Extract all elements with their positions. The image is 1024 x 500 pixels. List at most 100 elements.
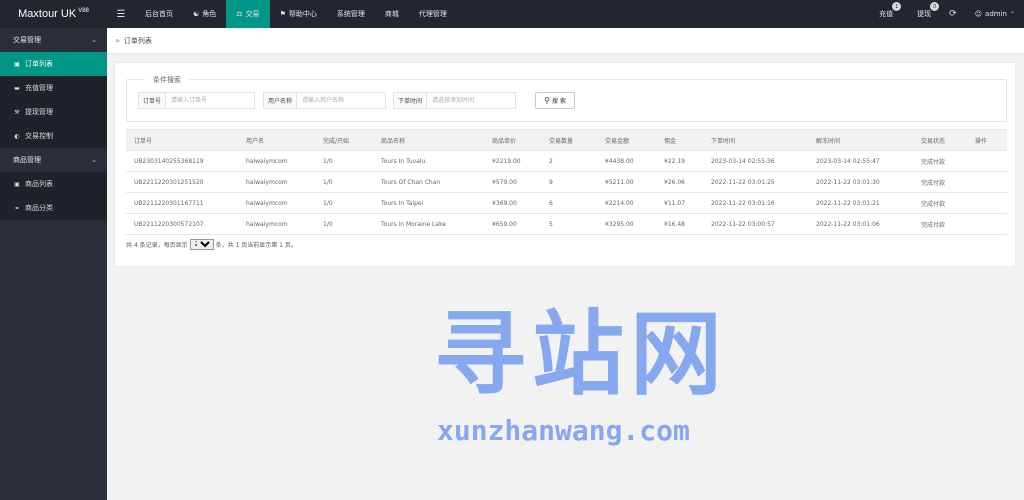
menu-toggle-icon[interactable]: ☰ — [107, 0, 135, 28]
col-header: 订单号 — [126, 129, 238, 151]
cell-order-no: UB2211220300572107 — [126, 213, 238, 235]
orders-table: 订单号 用户名 完成/开始 商品名称 商品单价 交易数量 交易金额 佣金 下单时… — [126, 129, 1007, 235]
cell-amount: ¥2214.00 — [597, 192, 656, 214]
sidebar-item-label: 交易控制 — [25, 132, 53, 140]
cell-order-no: UB2211220301251520 — [126, 171, 238, 193]
withdraw-button[interactable]: 提现 0 — [908, 0, 940, 28]
cell-username: haiwaiymcom — [238, 171, 315, 193]
cell-product: Tours In Taipei — [373, 192, 484, 214]
double-chevron-icon: » — [115, 36, 120, 45]
username-input[interactable] — [297, 93, 386, 108]
cell-status: 完成付款 — [913, 171, 967, 193]
cell-product: Tours in Moraine Lake — [373, 213, 484, 235]
cell-unit-price: ¥659.00 — [484, 213, 541, 235]
cell-order-time: 2022-11-22 03:01:25 — [703, 171, 808, 193]
top-right-tools: 充值 1 提现 0 ⟳ ☺ admin ⌃ — [870, 0, 1024, 28]
col-header: 用户名 — [238, 129, 315, 151]
search-fieldset: 条件搜索 订单号 用户名称 下单时间 ⚲ 搜 索 — [126, 75, 1007, 122]
cell-unit-price: ¥579.00 — [484, 171, 541, 193]
cell-actions[interactable] — [967, 213, 1007, 235]
sidebar-item-trade-control[interactable]: ◐ 交易控制 — [0, 124, 107, 148]
order-time-input[interactable] — [427, 93, 516, 108]
cell-status: 完成付款 — [913, 192, 967, 214]
cell-actions[interactable] — [967, 150, 1007, 172]
cell-order-time: 2022-11-22 03:01:16 — [703, 192, 808, 214]
logo-text: Maxtour UK — [18, 8, 77, 20]
top-bar: Maxtour UK V88 ☰ 后台首页 ☯ 角色 ⚖ 交易 ⚑ 帮助中心 系统管理 … — [0, 0, 1024, 28]
user-icon: ☺ — [974, 10, 983, 18]
table-header-row: 订单号 用户名 完成/开始 商品名称 商品单价 交易数量 交易金额 佣金 下单时… — [126, 129, 1007, 151]
sidebar-item-order-list[interactable]: ▣ 订单列表 — [0, 52, 107, 76]
cell-amount: ¥4438.00 — [597, 150, 656, 172]
breadcrumb: » 订单列表 — [107, 28, 1024, 54]
nav-item-mall[interactable]: 商城 — [375, 0, 409, 28]
sidebar: 交易管理 ⌄ ▣ 订单列表 ▬ 充值管理 ⚒ 提现管理 ◐ 交易控制 商品管理 ⌄ ▣ 商… — [0, 28, 107, 500]
recharge-button[interactable]: 充值 1 — [870, 0, 902, 28]
withdraw-badge: 0 — [930, 2, 940, 11]
cell-quantity: 5 — [541, 213, 597, 235]
user-menu[interactable]: ☺ admin ⌃ — [966, 0, 1024, 28]
refresh-icon[interactable]: ⟳ — [940, 0, 966, 28]
nav-label: 后台首页 — [145, 10, 173, 18]
sidebar-item-recharge[interactable]: ▬ 充值管理 — [0, 76, 107, 100]
col-header: 交易金额 — [597, 129, 656, 151]
nav-item-trading[interactable]: ⚖ 交易 — [226, 0, 270, 28]
nav-label: 代理管理 — [418, 10, 447, 18]
col-header: 完成/开始 — [315, 129, 373, 151]
cell-order-time: 2022-11-22 03:00:57 — [703, 213, 808, 235]
table-row[interactable]: UB2211220301167711 haiwaiymcom 1/0 Tours… — [126, 192, 1007, 214]
gauge-icon: ◐ — [14, 132, 20, 140]
cell-username: haiwaiymcom — [238, 213, 315, 235]
order-time-label: 下单时间 — [394, 93, 428, 108]
sidebar-item-label: 提现管理 — [25, 108, 53, 116]
cell-progress: 1/0 — [315, 171, 373, 193]
cell-commission: ¥16.48 — [656, 213, 703, 235]
order-time-field: 下单时间 — [393, 92, 517, 109]
chevron-down-icon: ⌄ — [91, 156, 97, 164]
cell-actions[interactable] — [967, 192, 1007, 214]
search-button-label: 搜 索 — [551, 98, 566, 105]
cell-actions[interactable] — [967, 171, 1007, 193]
username-field: 用户名称 — [263, 92, 387, 109]
col-header: 佣金 — [656, 129, 703, 151]
flag-icon: ⚑ — [279, 10, 286, 18]
nav-item-system[interactable]: 系统管理 — [327, 0, 375, 28]
sidebar-group-label: 商品管理 — [13, 156, 41, 164]
sidebar-group-trading[interactable]: 交易管理 ⌄ — [0, 28, 107, 52]
sidebar-item-label: 商品分类 — [25, 204, 53, 212]
search-legend: 条件搜索 — [145, 75, 189, 85]
cell-status: 完成付款 — [913, 150, 967, 172]
nav-item-roles[interactable]: ☯ 角色 — [183, 0, 226, 28]
sidebar-item-withdraw[interactable]: ⚒ 提现管理 — [0, 100, 107, 124]
cell-commission: ¥22.19 — [656, 150, 703, 172]
nav-item-dashboard[interactable]: 后台首页 — [135, 0, 183, 28]
card-icon: ▬ — [14, 84, 20, 92]
page-size-select[interactable]: 20 — [189, 239, 214, 250]
search-button[interactable]: ⚲ 搜 索 — [535, 92, 575, 109]
sidebar-group-label: 交易管理 — [13, 36, 41, 44]
app-logo[interactable]: Maxtour UK V88 — [0, 0, 107, 28]
cell-unfreeze-time: 2022-11-22 03:01:30 — [808, 171, 913, 193]
search-icon: ⚲ — [544, 96, 550, 105]
breadcrumb-current[interactable]: 订单列表 — [124, 36, 152, 46]
table-row[interactable]: UB2211220300572107 haiwaiymcom 1/0 Tours… — [126, 213, 1007, 235]
cell-commission: ¥11.07 — [656, 192, 703, 214]
table-row[interactable]: UB2303140255368119 haiwaiymcom 1/0 Tours… — [126, 150, 1007, 172]
nav-label: 帮助中心 — [288, 10, 317, 18]
order-no-input[interactable] — [166, 93, 255, 108]
username-label: 用户名称 — [264, 93, 298, 108]
cell-username: haiwaiymcom — [238, 192, 315, 214]
top-nav: 后台首页 ☯ 角色 ⚖ 交易 ⚑ 帮助中心 系统管理 商城 代理管理 — [135, 0, 457, 28]
nav-item-agents[interactable]: 代理管理 — [409, 0, 457, 28]
sidebar-item-product-category[interactable]: ⚭ 商品分类 — [0, 196, 107, 220]
logo-version: V88 — [78, 8, 89, 14]
table-row[interactable]: UB2211220301251520 haiwaiymcom 1/0 Tours… — [126, 171, 1007, 193]
sidebar-item-product-list[interactable]: ▣ 商品列表 — [0, 172, 107, 196]
col-header: 交易状态 — [913, 129, 967, 151]
sidebar-item-label: 充值管理 — [25, 84, 53, 92]
watermark-en: xunzhanwang.com — [437, 414, 690, 447]
sidebar-group-products[interactable]: 商品管理 ⌄ — [0, 148, 107, 172]
recharge-badge: 1 — [892, 2, 902, 11]
nav-item-help[interactable]: ⚑ 帮助中心 — [270, 0, 327, 28]
pagination: 共 4 条记录，每页显示 20 条，共 1 页当前显示第 1 页。 — [126, 239, 297, 250]
